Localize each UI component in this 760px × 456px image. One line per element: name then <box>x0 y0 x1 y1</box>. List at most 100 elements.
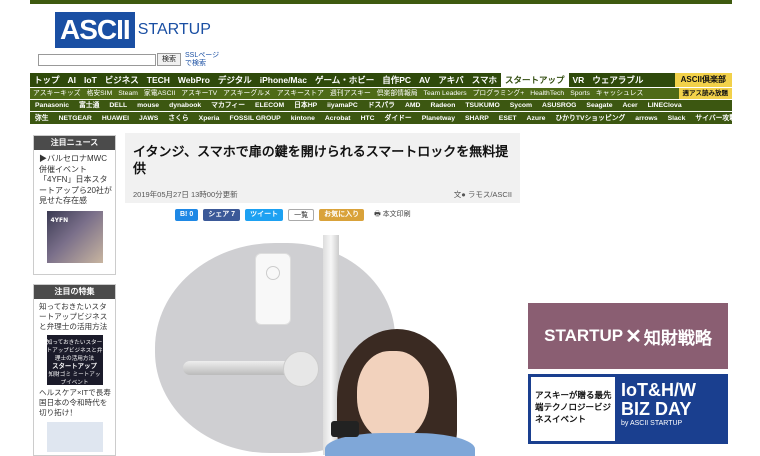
nav-item[interactable]: AI <box>64 73 81 87</box>
sub-nav-item[interactable]: キャッシュレス <box>593 88 646 99</box>
brand-item[interactable]: FOSSIL GROUP <box>224 113 285 124</box>
feature-thumbnail-2[interactable] <box>46 422 103 452</box>
brand-item[interactable]: Azure <box>522 113 551 124</box>
page: ASCII STARTUP 検索 SSLページ で検索 トップ AI IoT ビ… <box>0 0 760 456</box>
image-handle-rosette <box>283 351 319 387</box>
brand-item[interactable]: Sycom <box>505 100 537 111</box>
sub-nav-item[interactable]: Steam <box>115 88 141 99</box>
sub-nav-item[interactable]: 家電ASCII <box>141 88 178 99</box>
weekly-ascii-badge[interactable]: 週アス読み放題 <box>678 88 732 99</box>
search-input[interactable] <box>38 54 156 66</box>
site-logo[interactable]: ASCII STARTUP <box>55 12 211 48</box>
brand-item[interactable]: サイバー攻撃コンテスト <box>690 113 732 124</box>
brand-item[interactable]: Acrobat <box>320 113 356 124</box>
print-label: 本文印刷 <box>382 211 411 218</box>
brand-item[interactable]: arrows <box>630 113 662 124</box>
nav-item[interactable]: ウェアラブル <box>588 73 647 87</box>
brand-item[interactable]: AMD <box>400 100 425 111</box>
brand-item[interactable]: ESET <box>494 113 522 124</box>
nav-item[interactable]: TECH <box>143 73 174 87</box>
featured-news-heading: 注目ニュース <box>34 136 115 150</box>
tweet-button[interactable]: ツイート <box>245 209 284 221</box>
feature-link-2[interactable]: ヘルスケア×ITで長寿国日本の令和時代を切り拓け！ <box>34 385 115 420</box>
sub-nav-item[interactable]: プログラミング+ <box>470 88 528 99</box>
nav-item[interactable]: iPhone/Mac <box>256 73 311 87</box>
feature-link-1[interactable]: 知っておきたいスタートアップビジネスと弁理士の活用方法 <box>34 299 115 334</box>
print-button[interactable]: 🖶 本文印刷 <box>369 209 416 221</box>
brand-item[interactable]: mouse <box>132 100 164 111</box>
nav-item-active[interactable]: スタートアップ <box>500 73 569 87</box>
brand-item[interactable]: Xperia <box>194 113 225 124</box>
favorite-button[interactable]: お気に入り <box>319 209 365 221</box>
sub-nav-item[interactable]: アスキーグルメ <box>220 88 274 99</box>
featured-news-thumbnail[interactable]: 4YFN <box>46 210 103 263</box>
sub-nav-item[interactable]: アスキーキッズ <box>30 88 84 99</box>
nav-item[interactable]: トップ <box>30 73 64 87</box>
nav-item[interactable]: 自作PC <box>378 73 415 87</box>
nav-item[interactable]: VR <box>569 73 589 87</box>
brand-item[interactable]: Acer <box>618 100 643 111</box>
printer-icon: 🖶 <box>374 211 381 218</box>
brand-item[interactable]: ダイドー <box>380 113 417 124</box>
nav-item[interactable]: アキバ <box>434 73 468 87</box>
featured-news-link[interactable]: ▶バルセロナMWC併催イベント「4YFN」日本スタートアップら20社が見せた存在… <box>34 150 115 209</box>
nav-item[interactable]: ゲーム・ホビー <box>311 73 378 87</box>
brand-item[interactable]: Seagate <box>581 100 617 111</box>
sub-nav-item[interactable]: 倶楽部情報局 <box>374 88 421 99</box>
sub-nav-item[interactable]: アスキーTV <box>178 88 220 99</box>
nav-item[interactable]: IoT <box>80 73 101 87</box>
brand-item[interactable]: LINEClova <box>643 100 687 111</box>
ascii-club-link[interactable]: ASCII倶楽部 <box>674 73 732 87</box>
brand-item[interactable]: iiyamaPC <box>322 100 363 111</box>
brand-item[interactable]: JAWS <box>134 113 163 124</box>
lock-knob <box>266 266 280 280</box>
brand-item[interactable]: DELL <box>104 100 132 111</box>
nav-item[interactable]: ビジネス <box>101 73 143 87</box>
brand-item[interactable]: Radeon <box>425 100 460 111</box>
sub-nav: アスキーキッズ 格安SIM Steam 家電ASCII アスキーTV アスキーグ… <box>30 88 732 99</box>
nav-item[interactable]: デジタル <box>214 73 256 87</box>
brand-item[interactable]: kintone <box>286 113 320 124</box>
nav-item[interactable]: スマホ <box>468 73 501 87</box>
sub-nav-item[interactable]: Team Leaders <box>421 88 470 99</box>
brand-item[interactable]: SHARP <box>460 113 494 124</box>
sub-nav-item[interactable]: アスキーストア <box>274 88 327 99</box>
brand-item[interactable]: HUAWEI <box>97 113 134 124</box>
article-meta: 2019年05月27日 13時00分更新 文● ラモス/ASCII <box>133 189 512 200</box>
search-button[interactable]: 検索 <box>157 53 181 66</box>
banner-iot-title-2: BIZ DAY <box>621 399 692 419</box>
brand-item[interactable]: Slack <box>663 113 691 124</box>
facebook-share-button[interactable]: シェア 7 <box>203 209 241 221</box>
main-nav: トップ AI IoT ビジネス TECH WebPro デジタル iPhone/… <box>30 73 732 87</box>
iot-biz-day-banner[interactable]: アスキーが贈る最先端テクノロジービジネスイベント IoT&H/W BIZ DAY… <box>528 374 728 444</box>
startup-ip-banner[interactable]: STARTUP ✕ 知財戦略 <box>528 303 728 369</box>
brand-nav-1: Panasonic 富士通 DELL mouse dynabook マカフィー … <box>30 100 732 111</box>
brand-item[interactable]: 弥生 <box>30 113 54 124</box>
banner-startup-text: STARTUP <box>544 326 624 345</box>
ssl-search-link[interactable]: SSLページ で検索 <box>185 52 219 68</box>
image-smart-lock <box>255 253 291 325</box>
feature-thumbnail-1[interactable]: 知っておきたいスタートアップビジネスと弁理士の活用方法 スタートアップ 知財ゴミ… <box>46 335 103 386</box>
brand-item[interactable]: 富士通 <box>74 100 104 111</box>
brand-item[interactable]: マカフィー <box>206 100 250 111</box>
sub-nav-item[interactable]: HealthTech <box>527 88 567 99</box>
brand-item[interactable]: dynabook <box>164 100 206 111</box>
brand-item[interactable]: 日本HP <box>289 100 322 111</box>
hatena-bookmark-button[interactable]: B! 0 <box>175 209 199 221</box>
nav-item[interactable]: WebPro <box>174 73 214 87</box>
list-button[interactable]: 一覧 <box>288 209 315 221</box>
brand-item[interactable]: ドスパラ <box>363 100 400 111</box>
brand-item[interactable]: さくら <box>163 113 193 124</box>
nav-item[interactable]: AV <box>415 73 434 87</box>
brand-item[interactable]: Planetway <box>417 113 460 124</box>
brand-item[interactable]: ひかりTVショッピング <box>550 113 630 124</box>
brand-item[interactable]: ELECOM <box>250 100 289 111</box>
brand-item[interactable]: HTC <box>356 113 380 124</box>
brand-item[interactable]: Panasonic <box>30 100 74 111</box>
sub-nav-item[interactable]: 週刊アスキー <box>327 88 374 99</box>
sub-nav-item[interactable]: 格安SIM <box>84 88 116 99</box>
brand-item[interactable]: TSUKUMO <box>460 100 504 111</box>
sub-nav-item[interactable]: Sports <box>567 88 593 99</box>
brand-item[interactable]: ASUSROG <box>537 100 581 111</box>
brand-item[interactable]: NETGEAR <box>54 113 97 124</box>
